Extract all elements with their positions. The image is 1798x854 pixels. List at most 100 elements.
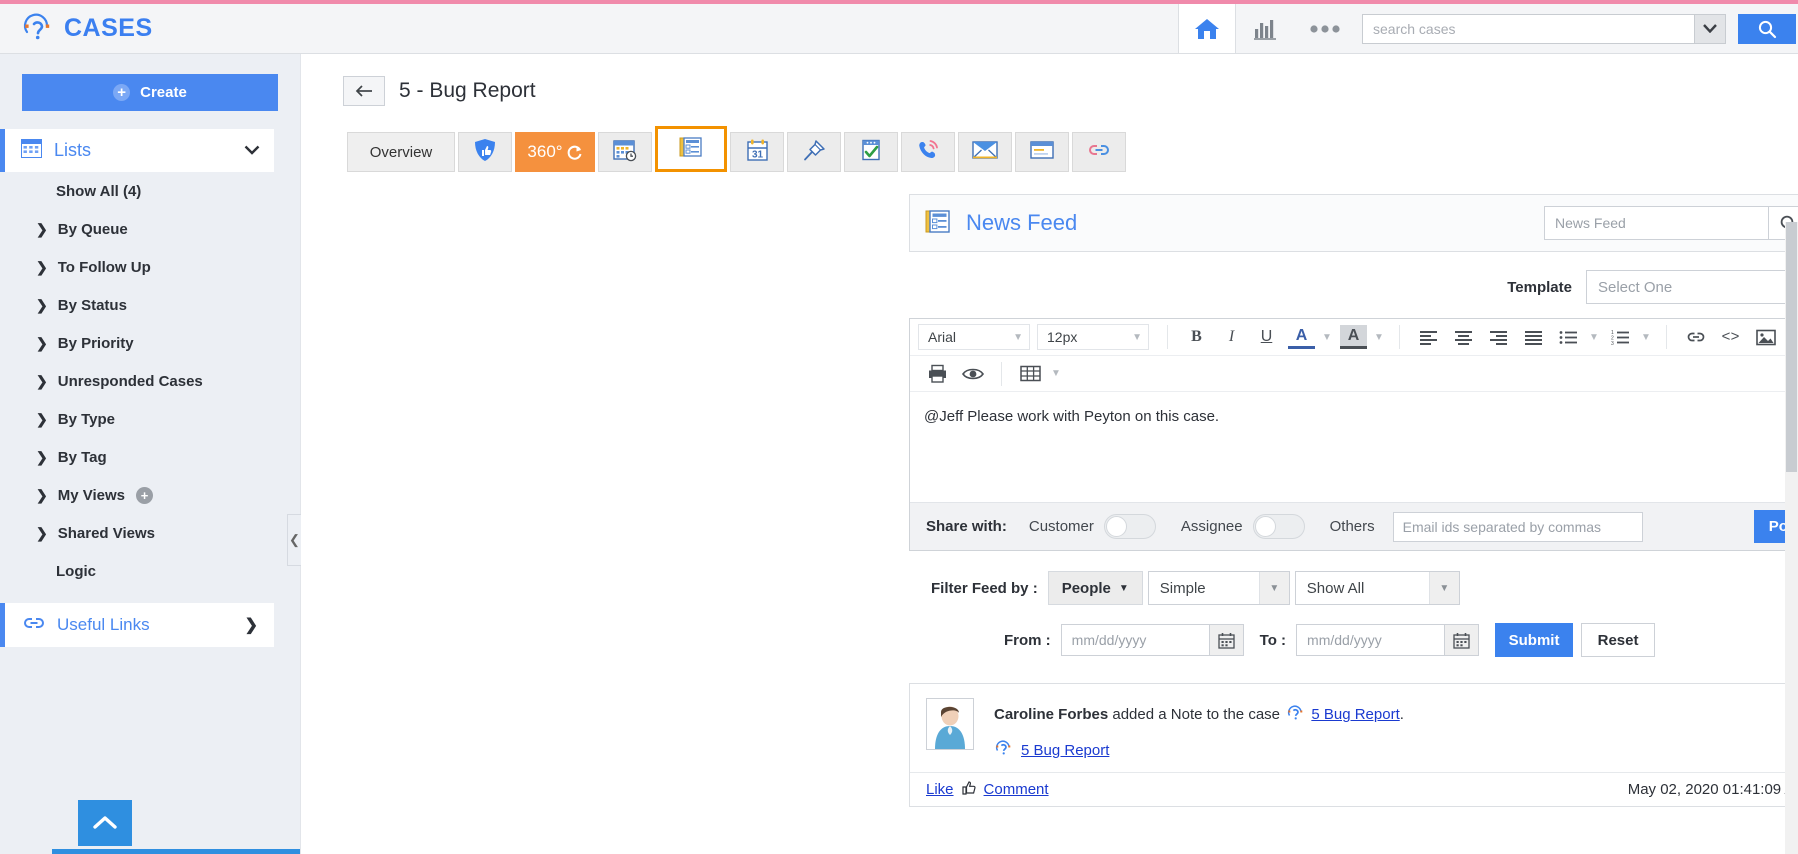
caret-down-icon: ▼	[1132, 331, 1142, 343]
from-calendar-icon[interactable]	[1208, 624, 1244, 656]
chevron-down-icon[interactable]	[1694, 13, 1726, 44]
sidebar-item-by-priority[interactable]: ❯ By Priority	[0, 324, 300, 362]
note-editor: Arial ▼ 12px ▼ B I U A ▼ A ▼ ▼ 1 2 3 ▼ <…	[909, 318, 1798, 551]
reset-button[interactable]: Reset	[1581, 623, 1656, 657]
like-button[interactable]: Like	[926, 781, 954, 798]
feed-action: added a Note to the case	[1112, 706, 1280, 723]
align-left-button[interactable]	[1415, 324, 1442, 351]
customer-toggle[interactable]	[1103, 514, 1156, 539]
scrollbar-thumb[interactable]	[1786, 222, 1797, 472]
sidebar-item-by-tag[interactable]: ❯ By Tag	[0, 438, 300, 476]
highlight-color-caret-icon[interactable]: ▼	[1371, 324, 1387, 351]
tab-email[interactable]	[958, 132, 1012, 172]
sidebar-item-shared-views[interactable]: ❯ Shared Views	[0, 514, 300, 552]
create-button[interactable]: + Create	[22, 74, 278, 111]
numbered-list-button[interactable]: 123	[1607, 324, 1634, 351]
bullet-list-caret-icon[interactable]: ▼	[1586, 324, 1602, 351]
add-view-icon[interactable]: +	[136, 486, 153, 504]
source-code-button[interactable]: <>	[1717, 324, 1744, 351]
template-select[interactable]: Select One ▼	[1586, 270, 1798, 304]
sidebar-item-to-follow-up[interactable]: ❯ To Follow Up	[0, 248, 300, 286]
tab-note[interactable]	[1015, 132, 1069, 172]
tab-phone[interactable]	[901, 132, 955, 172]
content-scrollbar[interactable]	[1785, 222, 1798, 854]
table-caret-icon[interactable]: ▼	[1048, 360, 1064, 387]
align-center-button[interactable]	[1450, 324, 1477, 351]
font-color-caret-icon[interactable]: ▼	[1319, 324, 1335, 351]
font-size-select[interactable]: 12px ▼	[1037, 324, 1149, 350]
filter-show-select[interactable]: Show All ▼	[1294, 571, 1460, 605]
italic-button[interactable]: I	[1218, 324, 1245, 351]
feed-author: Caroline Forbes	[994, 706, 1109, 723]
customer-label: Customer	[1028, 518, 1094, 535]
sidebar-item-by-status[interactable]: ❯ By Status	[0, 286, 300, 324]
feed-case-link-secondary[interactable]: 5 Bug Report	[1021, 742, 1109, 759]
sidebar-item-by-queue[interactable]: ❯ By Queue	[0, 210, 300, 248]
font-color-button[interactable]: A	[1288, 325, 1315, 349]
sidebar-item-lists[interactable]: Lists	[0, 129, 274, 172]
tab-task-check[interactable]	[844, 132, 898, 172]
to-calendar-icon[interactable]	[1444, 624, 1480, 656]
align-justify-button[interactable]	[1520, 324, 1547, 351]
sidebar-item-logic[interactable]: Logic	[0, 552, 300, 590]
avatar	[926, 698, 974, 750]
back-button[interactable]	[343, 76, 385, 106]
toolbar-divider	[1399, 325, 1400, 349]
filter-people-button[interactable]: People ▼	[1047, 571, 1143, 605]
filter-mode-select[interactable]: Simple ▼	[1147, 571, 1290, 605]
sidebar-item-show-all[interactable]: Show All (4)	[0, 172, 300, 210]
tab-thumbs-up-shield[interactable]	[458, 132, 512, 172]
feed-item-text: Caroline Forbes added a Note to the case	[994, 698, 1404, 762]
tab-calendar-clock[interactable]	[598, 132, 652, 172]
to-date-input[interactable]	[1296, 624, 1445, 656]
underline-button[interactable]: U	[1253, 324, 1280, 351]
note-editor-body[interactable]: @Jeff Please work with Peyton on this ca…	[910, 392, 1798, 502]
home-icon[interactable]	[1178, 4, 1236, 53]
search-input[interactable]	[1362, 13, 1694, 44]
scroll-to-top-button[interactable]	[78, 800, 132, 846]
tab-pushpin[interactable]	[787, 132, 841, 172]
bold-button[interactable]: B	[1183, 324, 1210, 351]
tab-overview[interactable]: Overview	[347, 132, 455, 172]
bullet-list-button[interactable]	[1555, 324, 1582, 351]
filter-show-value: Show All	[1306, 579, 1365, 597]
ellipsis-icon[interactable]	[1294, 4, 1356, 53]
others-email-input[interactable]	[1392, 511, 1643, 542]
tab-calendar[interactable]: 31	[730, 132, 784, 172]
from-date-input[interactable]	[1060, 624, 1209, 656]
submit-button[interactable]: Submit	[1495, 623, 1574, 657]
brand[interactable]: CASES	[0, 4, 1178, 53]
assignee-toggle[interactable]	[1252, 514, 1305, 539]
highlight-color-button[interactable]: A	[1340, 325, 1367, 349]
bar-chart-icon[interactable]	[1236, 4, 1294, 53]
print-button[interactable]	[924, 360, 951, 387]
sidebar-item-useful-links[interactable]: Useful Links ❯	[0, 603, 274, 647]
font-family-select[interactable]: Arial ▼	[918, 324, 1030, 350]
search-button[interactable]	[1738, 13, 1796, 44]
from-label: From :	[1004, 631, 1051, 649]
tab-overview-label: Overview	[369, 143, 433, 161]
feed-case-link[interactable]: 5 Bug Report	[1311, 706, 1399, 723]
tab-360[interactable]: 360°	[515, 132, 595, 172]
numbered-list-caret-icon[interactable]: ▼	[1638, 324, 1654, 351]
brand-name: CASES	[64, 14, 153, 42]
note-icon	[1029, 139, 1055, 165]
preview-eye-button[interactable]	[959, 360, 986, 387]
chevron-right-icon[interactable]: ❯	[245, 615, 258, 635]
sidebar-item-label: By Status	[57, 296, 127, 314]
comment-button[interactable]: Comment	[984, 781, 1049, 798]
sidebar-item-by-type[interactable]: ❯ By Type	[0, 400, 300, 438]
news-feed-search-input[interactable]	[1544, 206, 1769, 240]
tab-news-feed[interactable]	[655, 126, 727, 172]
feed-item-footer: Like Comment May 02, 2020 01:41:09 AM	[910, 772, 1798, 806]
sidebar-item-my-views[interactable]: ❯ My Views +	[0, 476, 300, 514]
sidebar-item-unresponded-cases[interactable]: ❯ Unresponded Cases	[0, 362, 300, 400]
align-right-button[interactable]	[1485, 324, 1512, 351]
sidebar-collapse-handle[interactable]: ❮	[287, 514, 301, 566]
insert-table-button[interactable]	[1017, 360, 1044, 387]
insert-link-button[interactable]	[1682, 324, 1709, 351]
insert-image-button[interactable]	[1752, 324, 1779, 351]
tab-attachments[interactable]	[1072, 132, 1126, 172]
chevron-down-icon[interactable]	[244, 142, 260, 160]
chevron-right-icon: ❯	[36, 410, 48, 427]
